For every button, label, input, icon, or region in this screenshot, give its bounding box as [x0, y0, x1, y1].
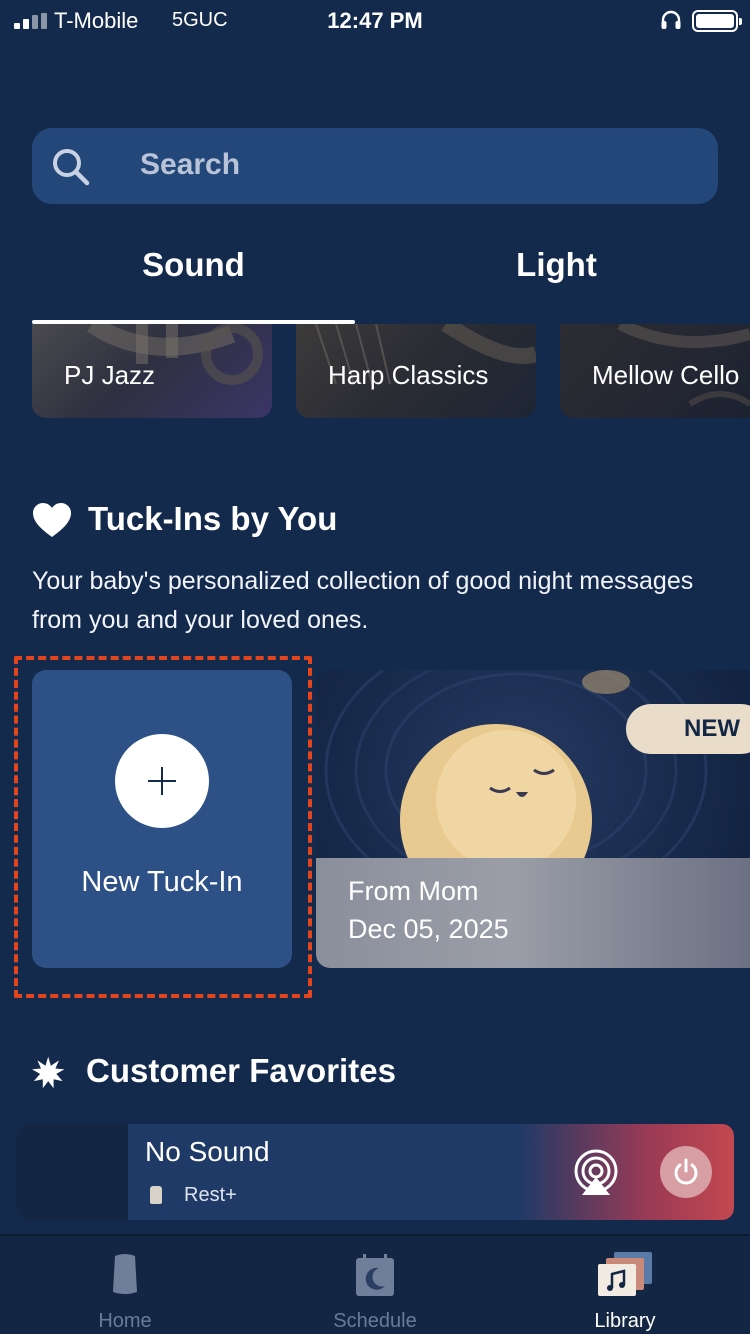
now-playing-device: Rest+ — [184, 1184, 237, 1206]
now-playing-thumbnail — [16, 1124, 128, 1220]
section-title-customer-favorites: Customer Favorites — [32, 1052, 396, 1091]
section-title-tuck-ins: Tuck-Ins by You — [32, 500, 337, 539]
home-device-icon — [113, 1254, 137, 1294]
nav-label: Schedule — [333, 1310, 417, 1332]
section-title-text: Tuck-Ins by You — [88, 500, 338, 537]
playlist-label: Harp Classics — [328, 360, 489, 390]
device-icon — [150, 1186, 162, 1204]
playlist-card-pj-jazz[interactable]: PJ Jazz — [32, 324, 272, 418]
airplay-icon[interactable] — [572, 1149, 620, 1197]
tuck-in-card[interactable]: From Mom Dec 05, 2025 NEW — [316, 670, 750, 968]
new-tuck-in-button[interactable]: New Tuck-In — [32, 670, 292, 968]
nav-home[interactable]: Home — [0, 1236, 250, 1334]
tuck-in-date: Dec 05, 2025 — [348, 914, 509, 944]
tab-sound[interactable]: Sound — [32, 246, 355, 284]
status-time: 12:47 PM — [327, 8, 423, 33]
headphones-icon — [661, 10, 681, 29]
plus-icon — [115, 734, 209, 828]
new-tuck-in-label: New Tuck-In — [81, 866, 243, 898]
playlist-label: PJ Jazz — [64, 360, 156, 390]
tab-light[interactable]: Light — [395, 246, 718, 284]
nav-label: Library — [594, 1310, 656, 1332]
power-icon — [674, 1158, 698, 1185]
now-playing-bar[interactable]: No Sound Rest+ — [16, 1124, 734, 1220]
section-title-text: Customer Favorites — [86, 1052, 396, 1089]
calendar-moon-icon — [356, 1254, 394, 1296]
power-button[interactable] — [660, 1146, 712, 1198]
battery-icon — [692, 10, 742, 32]
starburst-icon — [32, 1057, 65, 1089]
tuck-in-sender: From Mom — [348, 876, 479, 906]
search-input[interactable]: Search — [140, 148, 240, 182]
heart-icon — [33, 503, 71, 538]
search-icon — [53, 149, 90, 186]
nav-label: Home — [98, 1310, 152, 1332]
playlist-card-harp-classics[interactable]: Harp Classics — [296, 324, 536, 418]
status-bar: T-Mobile 5GUC 12:47 PM — [0, 0, 750, 42]
playlist-label: Mellow Cello — [592, 360, 740, 390]
section-description: Your baby's personalized collection of g… — [32, 567, 694, 634]
library-music-icon — [598, 1252, 652, 1296]
nav-schedule[interactable]: Schedule — [250, 1236, 500, 1334]
search-bar[interactable]: Search — [32, 128, 718, 204]
nav-library[interactable]: Library — [500, 1236, 750, 1334]
tuck-in-info: From Mom Dec 05, 2025 — [316, 858, 750, 968]
playlist-card-mellow-cello[interactable]: Mellow Cello — [560, 324, 750, 418]
new-badge: NEW — [626, 704, 750, 754]
now-playing-title: No Sound — [145, 1136, 270, 1167]
bottom-navigation: Home Schedule Library — [0, 1234, 750, 1334]
